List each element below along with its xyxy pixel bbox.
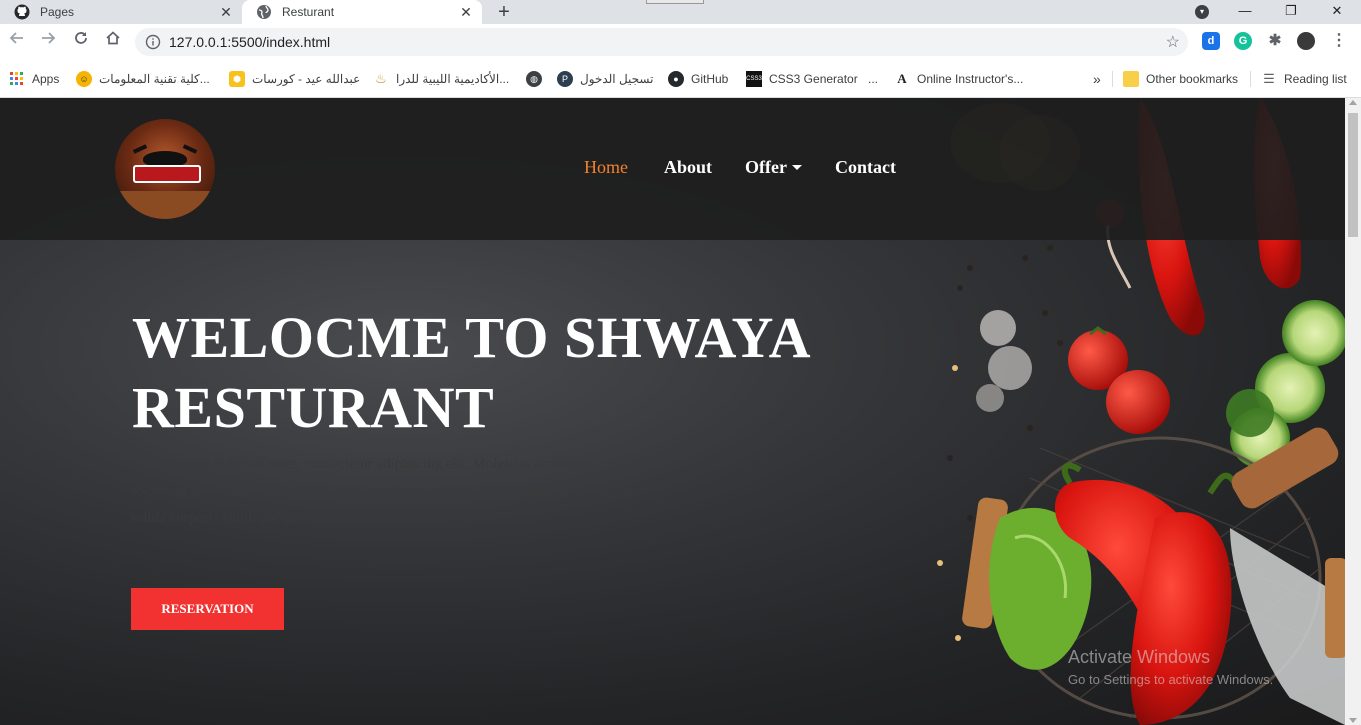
bookmark-courses[interactable]: ⬢ عبدالله عيد - كورسات — [229, 70, 360, 88]
bookmark-label: الأكاديمية الليبية للدرا... — [396, 72, 510, 86]
restaurant-page: Home About Offer Contact WELOCME TO SHWA… — [0, 98, 1345, 725]
restaurant-logo[interactable] — [115, 119, 215, 219]
bookmark-libyan-academy[interactable]: ♨ الأكاديمية الليبية للدرا... — [373, 70, 509, 88]
bookmark-globe[interactable]: ◍ — [526, 70, 549, 88]
bookmark-label: تسجيل الدخول — [580, 72, 654, 86]
bookmark-it-college[interactable]: ☺ كلية تقنية المعلومات... — [76, 70, 210, 88]
info-icon[interactable] — [145, 34, 161, 50]
divider — [1112, 71, 1113, 87]
bookmarks-overflow-button[interactable]: » — [1093, 70, 1101, 88]
address-bar[interactable]: 127.0.0.1:5500/index.html ☆ — [135, 28, 1188, 56]
window-drag-handle[interactable] — [646, 0, 704, 4]
minimize-button[interactable]: — — [1222, 0, 1268, 24]
new-tab-button[interactable]: + — [494, 2, 514, 22]
bookmarks-bar: Apps ☺ كلية تقنية المعلومات... ⬢ عبدالله… — [0, 60, 1361, 98]
activate-windows-title: Activate Windows — [1068, 647, 1211, 667]
chevron-down-icon[interactable]: ▾ — [1195, 5, 1209, 19]
css3-icon: CSS3 — [746, 71, 762, 87]
bookmark-label: CSS3 Generator — [769, 72, 858, 86]
site-navbar: Home About Offer Contact — [0, 98, 1345, 240]
close-window-button[interactable]: ✕ — [1314, 0, 1360, 24]
bookmark-label: عبدالله عيد - كورسات — [252, 72, 361, 86]
tab-title: Pages — [40, 5, 75, 19]
grammarly-icon[interactable]: G — [1234, 32, 1252, 50]
scroll-up-icon[interactable] — [1349, 100, 1357, 105]
nav-about-link[interactable]: About — [664, 157, 712, 178]
caret-down-icon — [791, 165, 802, 170]
tab-pages[interactable]: Pages ✕ — [0, 0, 242, 24]
divider — [1250, 71, 1251, 87]
bull-horn-left — [132, 144, 148, 154]
nav-offer-label: Offer — [745, 157, 787, 177]
activate-windows-subtitle: Go to Settings to activate Windows. — [1068, 672, 1274, 687]
extensions-puzzle-icon[interactable]: ✱ — [1266, 32, 1284, 50]
reload-icon[interactable] — [69, 30, 93, 54]
home-icon[interactable] — [101, 30, 125, 54]
bookmark-login[interactable]: P تسجيل الدخول — [557, 70, 653, 88]
scrollbar-thumb[interactable] — [1348, 113, 1358, 237]
folder-icon — [1123, 71, 1139, 87]
bookmark-label: Online Instructor's... — [917, 72, 1024, 86]
reading-list-icon: ☰ — [1263, 71, 1275, 86]
back-arrow-icon[interactable] — [5, 30, 29, 54]
bookmark-label: Apps — [32, 72, 60, 86]
globe-icon — [256, 4, 272, 20]
emoji-icon: ☺ — [76, 71, 92, 87]
flame-icon: ♨ — [375, 71, 387, 86]
tab-title: Resturant — [282, 5, 335, 19]
reservation-button[interactable]: RESERVATION — [131, 588, 284, 630]
tab-strip: Pages ✕ Resturant ✕ + ▾ — ❐ ✕ — [0, 0, 1361, 24]
dictionary-extension-icon[interactable]: d — [1202, 32, 1220, 50]
logo-background — [115, 191, 215, 219]
nav-offer-dropdown[interactable]: Offer — [745, 157, 802, 178]
bookmark-label: Reading list — [1284, 72, 1347, 86]
maximize-button[interactable]: ❐ — [1268, 0, 1314, 24]
reading-list-button[interactable]: ☰ Reading list — [1261, 70, 1347, 88]
nav-contact-link[interactable]: Contact — [835, 157, 896, 178]
p-circle-icon: P — [557, 71, 573, 87]
scroll-down-icon[interactable] — [1349, 718, 1357, 723]
github-icon — [14, 4, 30, 20]
page-scrollbar[interactable] — [1345, 98, 1361, 725]
browser-toolbar: 127.0.0.1:5500/index.html ☆ d G ✱ ⋮ — [0, 24, 1361, 60]
bull-horn-right — [182, 144, 198, 154]
bookmark-label: كلية تقنية المعلومات... — [99, 72, 210, 86]
bookmark-apps[interactable]: Apps — [9, 70, 59, 88]
apps-grid-icon — [9, 71, 25, 87]
github-icon: ● — [668, 71, 684, 87]
bookmark-star-icon[interactable]: ☆ — [1166, 32, 1180, 52]
bookmark-online-instructor[interactable]: A Online Instructor's... — [894, 70, 1023, 88]
bookmark-css3-generator[interactable]: CSS3 CSS3 Generator — [746, 70, 858, 88]
letter-a-icon: A — [897, 71, 907, 86]
bookmark-truncated[interactable]: ... — [868, 70, 878, 88]
hero-title: WELOCME TO SHWAYA RESTURANT — [132, 305, 808, 440]
bookmark-label: GitHub — [691, 72, 729, 86]
bookmark-label: Other bookmarks — [1146, 72, 1239, 86]
url-text[interactable]: 127.0.0.1:5500/index.html — [169, 28, 330, 56]
nav-home-link[interactable]: Home — [584, 157, 628, 178]
hero-description: Lorem ipsum dolor sit amet, consectetur … — [130, 456, 637, 526]
hexagon-icon: ⬢ — [229, 71, 245, 87]
globe-icon: ◍ — [526, 71, 542, 87]
logo-banner — [133, 165, 201, 183]
close-icon[interactable]: ✕ — [458, 4, 474, 20]
forward-arrow-icon[interactable] — [36, 30, 60, 54]
tab-resturant[interactable]: Resturant ✕ — [242, 0, 482, 24]
bookmark-github[interactable]: ● GitHub — [668, 70, 728, 88]
bookmark-label: ... — [868, 72, 879, 86]
avatar[interactable] — [1297, 32, 1315, 50]
close-icon[interactable]: ✕ — [218, 4, 234, 20]
more-menu-icon[interactable]: ⋮ — [1330, 32, 1348, 50]
bookmark-other-bookmarks[interactable]: Other bookmarks — [1123, 70, 1238, 88]
